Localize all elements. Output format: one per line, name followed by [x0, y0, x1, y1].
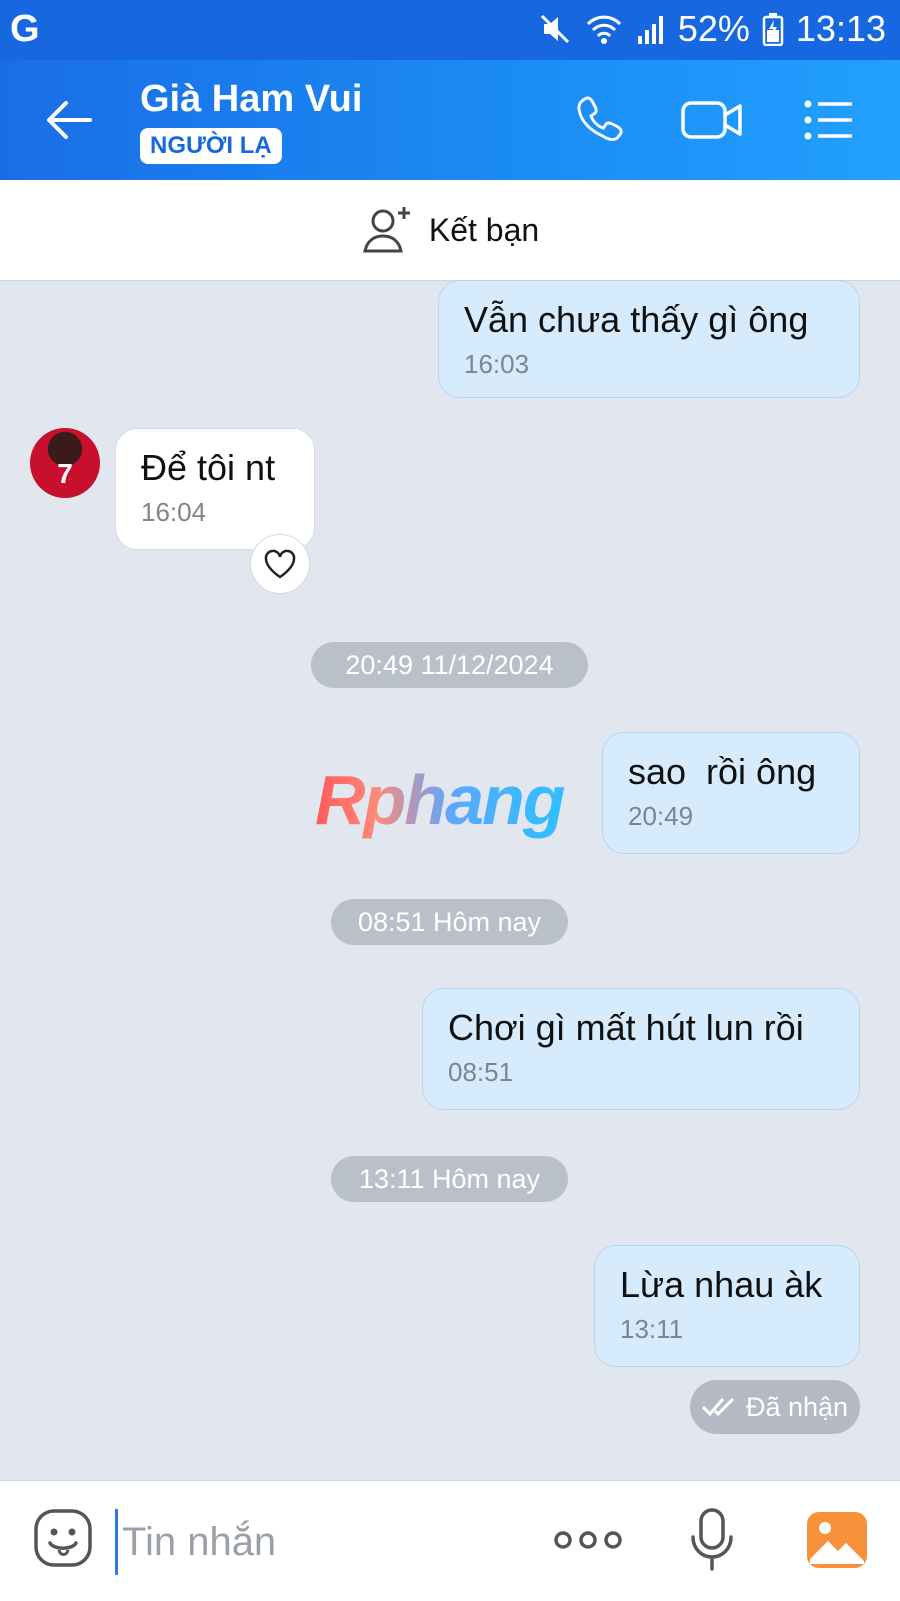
message-time: 16:03	[464, 349, 530, 379]
chat-header: Già Ham Vui NGƯỜI LẠ	[0, 60, 900, 180]
message-time: 20:49	[628, 801, 694, 831]
signal-icon	[637, 16, 663, 44]
message-text: Vẫn chưa thấy gì ông	[464, 299, 809, 340]
back-arrow-icon[interactable]	[40, 95, 100, 145]
image-icon[interactable]	[806, 1511, 868, 1569]
video-call-icon[interactable]	[680, 95, 745, 145]
stranger-badge: NGƯỜI LẠ	[140, 128, 282, 164]
heart-icon	[264, 549, 296, 579]
mute-icon	[540, 14, 569, 44]
double-check-icon	[702, 1398, 734, 1417]
microphone-icon[interactable]	[688, 1507, 736, 1573]
message-time: 08:51	[448, 1057, 514, 1087]
avatar-number: 7	[57, 458, 73, 489]
message-input[interactable]	[115, 1509, 524, 1575]
message-text: Lừa nhau àk	[620, 1264, 823, 1305]
avatar[interactable]: 7	[30, 428, 100, 498]
date-separator: 20:49 11/12/2024	[311, 642, 588, 688]
status-bar: G 52% 13:13	[0, 0, 900, 60]
battery-icon	[762, 13, 784, 46]
menu-list-icon[interactable]	[800, 95, 860, 145]
phone-icon[interactable]	[570, 95, 630, 145]
message-time: 16:04	[141, 497, 207, 527]
date-separator: 13:11 Hôm nay	[331, 1156, 568, 1202]
message-text: Để tôi nt	[141, 447, 276, 488]
emoji-icon[interactable]	[32, 1507, 94, 1569]
more-dots-icon[interactable]	[553, 1526, 623, 1554]
message-text: Chơi gì mất hút lun rồi	[448, 1007, 804, 1048]
message-time: 13:11	[620, 1314, 684, 1344]
add-user-icon	[363, 207, 410, 253]
google-app-icon: G	[10, 8, 40, 50]
delivery-status-text: Đã nhận	[745, 1391, 849, 1422]
contact-name[interactable]: Già Ham Vui	[140, 78, 362, 121]
message-bubble[interactable]: sao rồi ông 20:49	[602, 732, 860, 854]
status-indicators: 52% 13:13	[538, 8, 886, 50]
wifi-icon	[586, 15, 621, 44]
watermark-logo: Rphang	[315, 761, 566, 839]
message-bubble[interactable]: Vẫn chưa thấy gì ông 16:03	[438, 280, 860, 398]
message-bubble[interactable]: Chơi gì mất hút lun rồi 08:51	[422, 988, 860, 1110]
add-friend-bar[interactable]: Kết bạn	[0, 180, 900, 281]
add-friend-label: Kết bạn	[428, 211, 540, 248]
message-bubble[interactable]: Lừa nhau àk 13:11	[594, 1245, 860, 1367]
react-heart-button[interactable]	[250, 534, 310, 594]
battery-percent: 52%	[677, 8, 750, 49]
delivery-status: Đã nhận	[690, 1380, 860, 1434]
date-separator: 08:51 Hôm nay	[331, 899, 568, 945]
clock: 13:13	[795, 8, 886, 49]
message-bubble[interactable]: Để tôi nt 16:04	[115, 428, 315, 550]
message-text: sao rồi ông	[628, 751, 817, 792]
message-composer	[0, 1480, 900, 1601]
